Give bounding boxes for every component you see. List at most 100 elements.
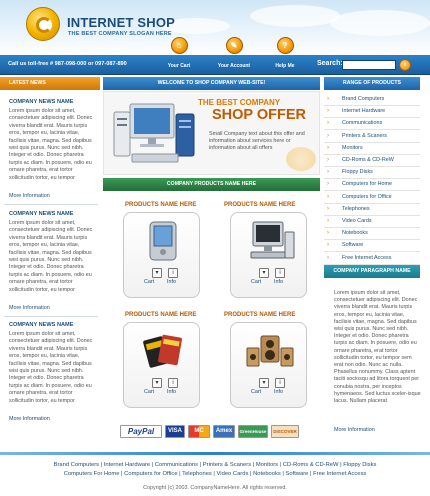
info-link[interactable]: Info <box>274 279 283 285</box>
account-icon: ✎ <box>225 37 243 54</box>
category-label[interactable]: Notebooks <box>342 230 368 236</box>
discover-logo: DISCOVER <box>271 425 299 438</box>
welcome-heading: WELCOME TO SHOP COMPANY WEB-SITE! <box>103 77 320 90</box>
add-to-cart-icon[interactable]: ▾ <box>259 378 269 388</box>
greenhouse-logo: GreenHouse <box>238 425 268 438</box>
info-icon[interactable]: i <box>168 268 178 278</box>
category-label[interactable]: Communications <box>342 120 382 126</box>
amex-logo: Amex <box>213 425 235 438</box>
category-label[interactable]: Printers & Scaners <box>342 133 387 139</box>
cart-link[interactable]: Cart <box>144 389 154 395</box>
header-cloud <box>250 5 340 27</box>
footer-links-row2[interactable]: Computers For Home | Computers for Offic… <box>0 471 430 477</box>
product-card[interactable]: ▾ i Cart Info <box>230 212 307 298</box>
cart-link[interactable]: Cart <box>251 389 261 395</box>
product-card[interactable]: ▾ i Cart Info <box>123 212 200 298</box>
info-icon[interactable]: i <box>168 378 178 388</box>
your-account-button[interactable]: ✎ Your Account <box>214 37 254 69</box>
info-icon[interactable]: i <box>275 378 285 388</box>
category-item[interactable]: › CD-Roms & CD-ReW <box>324 154 420 167</box>
chevron-right-icon: › <box>327 169 329 176</box>
category-item[interactable]: › Video Cards <box>324 215 420 228</box>
category-item[interactable]: › Communications <box>324 117 420 131</box>
left-column: LATEST NEWS COMPANY NEWS NAME Lorem ipsu… <box>0 77 100 433</box>
info-icon[interactable]: i <box>275 268 285 278</box>
header-cloud <box>330 10 430 36</box>
news-divider <box>4 204 98 205</box>
category-item[interactable]: › Computers for Office <box>324 191 420 204</box>
category-label[interactable]: Free Internet Access <box>342 255 391 261</box>
category-item[interactable]: › Printers & Scaners <box>324 130 420 143</box>
news-text: Lorem ipsum dolor sit amet, consectetuer… <box>9 331 93 404</box>
category-label[interactable]: Software <box>342 242 363 248</box>
category-label[interactable]: Telephones <box>342 206 370 212</box>
chevron-right-icon: › <box>327 181 329 188</box>
category-item[interactable]: › Telephones <box>324 203 420 216</box>
top-nav-bar: Call us toll-free # 987-098-000 or 097-0… <box>0 37 430 75</box>
payment-methods: PayPal VISA MC Amex GreenHouse DISCOVER <box>120 425 304 442</box>
search-go-icon[interactable]: › <box>399 59 411 71</box>
category-item[interactable]: › Notebooks <box>324 227 420 241</box>
your-cart-label: Your Cart <box>167 63 191 69</box>
category-label[interactable]: CD-Roms & CD-ReW <box>342 157 394 163</box>
cart-icon: ⌂ <box>170 37 188 54</box>
your-cart-button[interactable]: ⌂ Your Cart <box>159 37 199 69</box>
category-label[interactable]: Video Cards <box>342 218 372 224</box>
chevron-right-icon: › <box>327 120 329 127</box>
news-more-link[interactable]: More Information <box>9 416 50 422</box>
chevron-right-icon: › <box>327 96 329 102</box>
footer-links-row1[interactable]: Brand Computers | Internet Hardware | Co… <box>0 462 430 468</box>
search-input[interactable] <box>342 60 396 70</box>
news-title: COMPANY NEWS NAME <box>9 322 74 328</box>
memory-card-icon <box>143 334 182 368</box>
news-text: Lorem ipsum dolor sit amet, consectetuer… <box>9 220 93 293</box>
category-label[interactable]: Internet Hardware <box>342 108 385 114</box>
paragraph-more-link[interactable]: More Information <box>334 427 375 433</box>
category-item[interactable]: › Floppy Disks <box>324 166 420 180</box>
news-divider <box>4 316 98 317</box>
category-label[interactable]: Computers for Home <box>342 181 392 187</box>
mastercard-logo: MC <box>188 425 210 438</box>
range-heading: RANGE OF PRODUCTS <box>324 77 420 90</box>
add-to-cart-icon[interactable]: ▾ <box>152 268 162 278</box>
computer-set-icon <box>113 103 195 163</box>
category-item[interactable]: › Computers for Home <box>324 178 420 192</box>
category-label[interactable]: Computers for Office <box>342 194 392 200</box>
info-link[interactable]: Info <box>167 389 176 395</box>
news-title: COMPANY NEWS NAME <box>9 99 74 105</box>
add-to-cart-icon[interactable]: ▾ <box>259 268 269 278</box>
add-to-cart-icon[interactable]: ▾ <box>152 378 162 388</box>
help-icon: ? <box>276 37 294 54</box>
chevron-right-icon: › <box>327 242 329 249</box>
company-paragraph: Lorem ipsum dolor sit amet, consectetuer… <box>334 290 421 405</box>
product-card[interactable]: ▾ i Cart Info <box>230 322 307 408</box>
product-name[interactable]: PRODUCTS NAME HERE <box>224 312 295 318</box>
product-card[interactable]: ▾ i Cart Info <box>123 322 200 408</box>
news-more-link[interactable]: More Information <box>9 305 50 311</box>
desktop-computer-icon <box>250 221 295 259</box>
logo-icon[interactable] <box>26 7 60 41</box>
category-label[interactable]: Brand Computers <box>342 96 384 102</box>
chevron-right-icon: › <box>327 108 329 115</box>
category-item[interactable]: › Software <box>324 239 420 253</box>
product-name[interactable]: PRODUCTS NAME HERE <box>125 202 196 208</box>
category-label[interactable]: Monitors <box>342 145 363 151</box>
your-account-label: Your Account <box>217 63 251 69</box>
help-me-button[interactable]: ? Help Me <box>265 37 305 69</box>
category-item[interactable]: › Monitors <box>324 142 420 155</box>
info-link[interactable]: Info <box>167 279 176 285</box>
product-name[interactable]: PRODUCTS NAME HERE <box>224 202 295 208</box>
category-label[interactable]: Floppy Disks <box>342 169 373 175</box>
category-item[interactable]: › Free Internet Access <box>324 252 420 265</box>
news-title: COMPANY NEWS NAME <box>9 211 74 217</box>
cart-link[interactable]: Cart <box>251 279 261 285</box>
news-more-link[interactable]: More Information <box>9 193 50 199</box>
speaker-system-icon <box>246 335 294 367</box>
product-name[interactable]: PRODUCTS NAME HERE <box>125 312 196 318</box>
category-item[interactable]: › Internet Hardware <box>324 105 420 119</box>
chevron-right-icon: › <box>327 230 329 237</box>
info-link[interactable]: Info <box>274 389 283 395</box>
cart-link[interactable]: Cart <box>144 279 154 285</box>
category-item[interactable]: › Brand Computers <box>324 93 420 106</box>
brand-name[interactable]: INTERNET SHOP <box>67 15 175 30</box>
